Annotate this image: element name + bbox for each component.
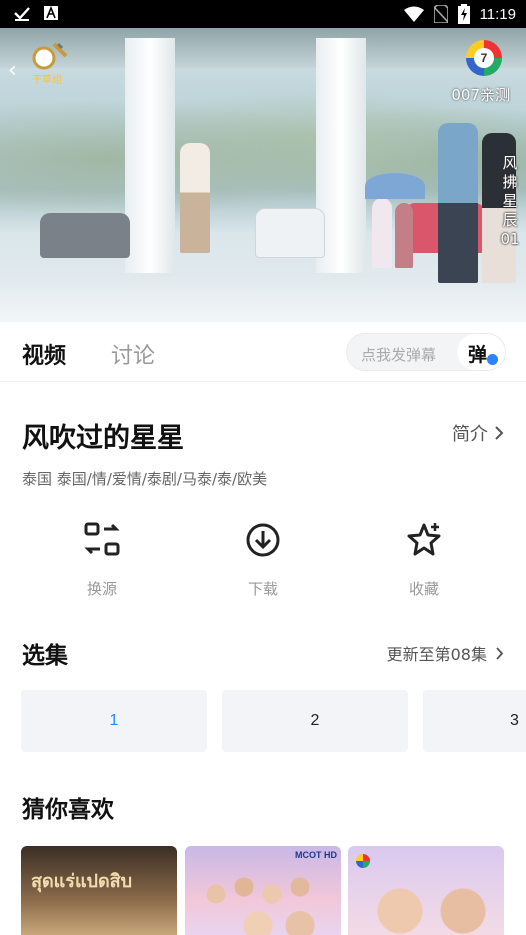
download-button[interactable]: 下载	[218, 520, 308, 599]
favorite-button[interactable]: 收藏	[379, 520, 469, 599]
switch-source-icon	[84, 522, 120, 556]
episode-item[interactable]: 2	[222, 690, 408, 752]
danmu-button[interactable]: 弹	[457, 334, 505, 370]
recommend-poster[interactable]	[348, 846, 504, 935]
favorite-star-icon	[407, 523, 441, 556]
tabs-row: 视频 讨论 点我发弹幕 弹	[0, 322, 526, 382]
episodes-header: 选集	[22, 643, 68, 669]
chevron-right-icon	[496, 646, 504, 660]
channel-7-logo-icon: 7	[466, 40, 502, 76]
recommend-poster[interactable]: สุดแร่แปดสิบ	[21, 846, 177, 935]
recommend-poster[interactable]: MCOT HD	[185, 846, 341, 935]
episodes-update-link[interactable]: 更新至第08集	[387, 641, 504, 665]
show-title: 风吹过的星星	[22, 423, 184, 454]
intro-label: 简介	[452, 424, 488, 445]
back-arrow-icon[interactable]: ‹	[8, 58, 17, 83]
player-watermark: 007亲测	[451, 86, 510, 104]
episode-item[interactable]: 3	[423, 690, 526, 752]
recommend-poster-badge: MCOT HD	[295, 850, 337, 860]
recommend-poster-people	[358, 878, 498, 935]
danmu-check-badge-icon	[487, 354, 498, 365]
wifi-icon	[403, 6, 424, 22]
no-sim-icon	[433, 5, 448, 23]
switch-source-button[interactable]: 换源	[57, 520, 147, 599]
recommend-poster-logo-icon	[356, 854, 370, 868]
danmu-button-label: 弹	[468, 344, 488, 366]
intro-link[interactable]: 简介	[452, 420, 504, 446]
video-player[interactable]: ‹ 干草组 7 007亲测 风拂星辰01	[0, 28, 526, 322]
check-icon	[14, 7, 30, 21]
notification-a-icon	[44, 6, 58, 20]
recommend-poster-title: สุดแร่แปดสิบ	[31, 871, 133, 892]
danmu-placeholder: 点我发弹幕	[361, 346, 437, 364]
show-tags: 泰国 泰国/情/爱情/泰剧/马泰/泰/欧美	[22, 470, 268, 488]
tab-video[interactable]: 视频	[22, 338, 66, 370]
danmu-input[interactable]: 点我发弹幕 弹	[346, 333, 506, 371]
switch-source-label: 换源	[86, 580, 117, 598]
player-subtitle: 风拂星辰01	[500, 154, 520, 248]
svg-text:干草组: 干草组	[32, 73, 62, 86]
download-label: 下载	[247, 580, 278, 598]
channel-logo-icon: 干草组	[32, 42, 68, 86]
status-time: 11:19	[479, 5, 516, 23]
status-bar: 11:19	[0, 0, 526, 28]
episodes-update-text: 更新至第08集	[386, 645, 487, 664]
episode-item[interactable]: 1	[21, 690, 207, 752]
recommend-header: 猜你喜欢	[22, 797, 114, 823]
favorite-label: 收藏	[408, 580, 439, 598]
recommend-poster-people	[195, 866, 335, 935]
battery-charging-icon	[457, 4, 470, 24]
tab-discussion[interactable]: 讨论	[111, 338, 155, 370]
download-icon	[246, 523, 280, 557]
chevron-right-icon	[495, 426, 504, 440]
